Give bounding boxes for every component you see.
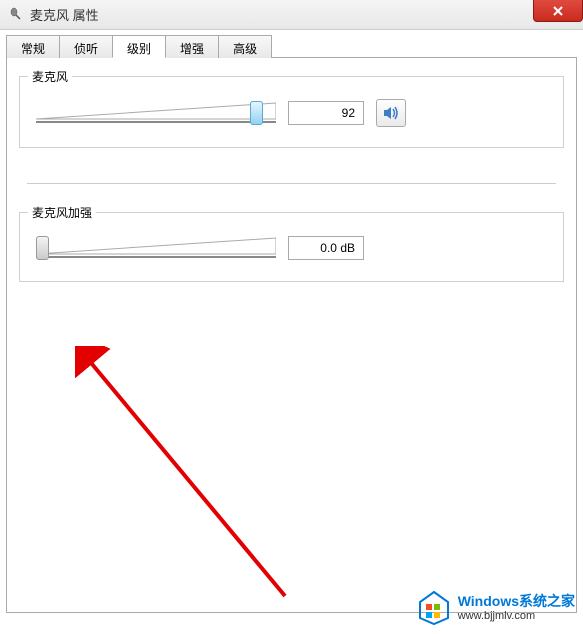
boost-group: 麦克风加强 0.0 dB [19,212,564,282]
close-button[interactable] [533,0,583,22]
watermark-logo-icon [416,590,452,626]
arrow-annotation [75,346,305,606]
content-area: 常规 侦听 级别 增强 高级 麦克风 92 [0,30,583,634]
boost-value[interactable]: 0.0 dB [288,236,364,260]
boost-label: 麦克风加强 [28,204,96,221]
watermark-text: Windows系统之家 www.bjjmlv.com [458,593,575,623]
tab-advanced[interactable]: 高级 [218,35,272,58]
tab-levels[interactable]: 级别 [112,35,166,58]
close-icon [552,5,564,17]
microphone-slider[interactable] [36,100,276,126]
boost-slider[interactable] [36,235,276,261]
divider [27,183,556,184]
tab-enhancements[interactable]: 增强 [165,35,219,58]
titlebar: 麦克风 属性 [0,0,583,30]
slider-baseline [36,256,276,258]
microphone-label: 麦克风 [28,68,72,85]
microphone-icon [8,7,24,23]
slider-ramp-icon [36,102,276,120]
tab-general[interactable]: 常规 [6,35,60,58]
microphone-slider-thumb[interactable] [250,101,263,125]
watermark-url: www.bjjmlv.com [458,610,575,623]
window-title: 麦克风 属性 [30,5,99,24]
boost-slider-thumb[interactable] [36,236,49,260]
speaker-icon [382,104,400,122]
mute-button[interactable] [376,99,406,127]
boost-slider-row: 0.0 dB [36,235,547,261]
tab-bar: 常规 侦听 级别 增强 高级 [6,34,577,58]
slider-baseline [36,121,276,123]
microphone-slider-row: 92 [36,99,547,127]
tab-listen[interactable]: 侦听 [59,35,113,58]
microphone-value[interactable]: 92 [288,101,364,125]
tab-content: 麦克风 92 [6,58,577,613]
watermark: Windows系统之家 www.bjjmlv.com [416,590,575,626]
watermark-title: Windows系统之家 [458,593,575,610]
slider-ramp-icon [36,237,276,255]
microphone-group: 麦克风 92 [19,76,564,148]
